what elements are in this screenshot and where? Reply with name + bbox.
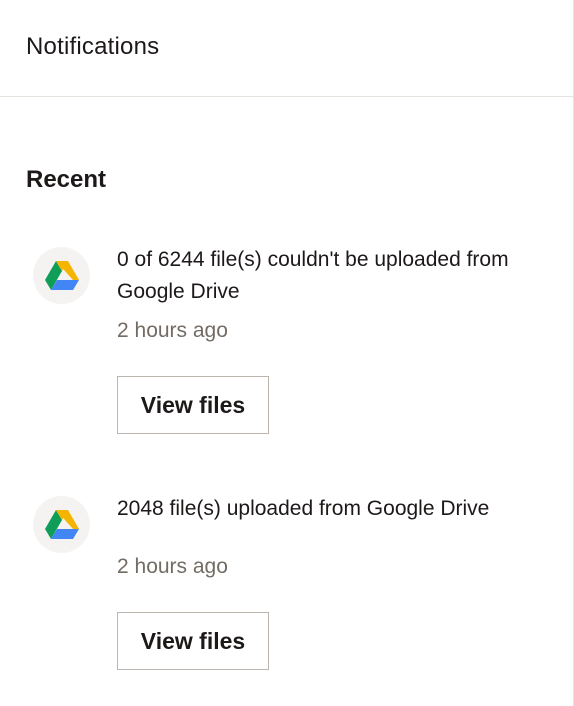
panel-header: Notifications: [0, 0, 573, 97]
notification-avatar: [33, 496, 90, 553]
google-drive-icon: [44, 260, 79, 290]
notification-body: 0 of 6244 file(s) couldn't be uploaded f…: [117, 244, 537, 434]
notification-time: 2 hours ago: [117, 555, 228, 578]
panel-title: Notifications: [26, 33, 160, 60]
notification-time: 2 hours ago: [117, 319, 228, 342]
section-title-recent: Recent: [26, 166, 107, 193]
view-files-button[interactable]: View files: [117, 612, 269, 670]
notification-avatar: [33, 247, 90, 304]
view-files-button[interactable]: View files: [117, 376, 269, 434]
notification-body: 2048 file(s) uploaded from Google Drive …: [117, 493, 537, 670]
google-drive-icon: [44, 509, 79, 539]
notifications-panel: Notifications Recent 0 of 6244 file(s) c…: [0, 0, 574, 706]
notification-text: 0 of 6244 file(s) couldn't be uploaded f…: [117, 248, 509, 303]
notification-text: 2048 file(s) uploaded from Google Drive: [117, 497, 490, 520]
